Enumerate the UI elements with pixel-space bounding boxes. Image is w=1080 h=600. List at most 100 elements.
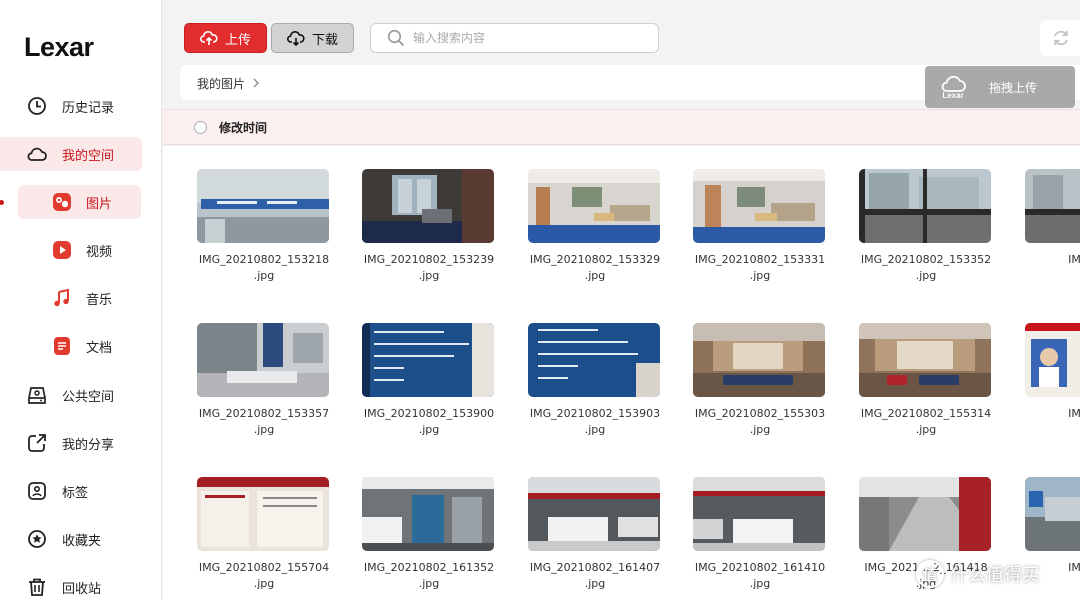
sidebar-item-label: 音乐 [86, 292, 113, 308]
drag-upload-label: 拖拽上传 [989, 80, 1038, 95]
cloud-download-icon [287, 31, 305, 46]
sidebar-item-label: 视频 [86, 244, 113, 260]
photo-thumbnail[interactable] [1025, 323, 1080, 397]
file-extension: .jpg [418, 577, 440, 590]
sidebar-item-label: 文档 [86, 340, 113, 356]
photo-thumbnail[interactable] [859, 323, 991, 397]
cloud-upload-icon [200, 31, 218, 45]
watermark-text: 什么值得买 [950, 565, 1040, 586]
file-extension: .jpg [749, 269, 771, 282]
sort-by-modified-time[interactable]: 修改时间 [219, 119, 267, 136]
sidebar-item-photos[interactable]: 图片 [18, 185, 141, 219]
app-window: Lexar 历史记录 我的空间 图片 视频 音乐 文档 公共空间 我的分享 标签… [0, 0, 1080, 600]
photo-thumbnail[interactable] [693, 323, 825, 397]
select-all-radio[interactable] [194, 120, 207, 134]
file-name: IMG_20210802_161407 [529, 561, 661, 574]
music-note-icon [51, 287, 73, 309]
download-button[interactable]: 下载 [271, 23, 354, 53]
play-icon [51, 239, 73, 261]
file-extension: .jpg [584, 423, 606, 436]
sidebar-item-documents[interactable]: 文档 [0, 329, 142, 363]
sidebar: Lexar 历史记录 我的空间 图片 视频 音乐 文档 公共空间 我的分享 标签… [0, 0, 162, 600]
photo-thumbnail[interactable] [197, 323, 329, 397]
sidebar-item-label: 我的空间 [62, 148, 115, 164]
file-extension: .jpg [253, 269, 275, 282]
sidebar-item-tags[interactable]: 标签 [0, 474, 142, 508]
photo-thumbnail[interactable] [1025, 169, 1080, 243]
sidebar-item-label: 公共空间 [62, 389, 115, 405]
sidebar-item-label: 回收站 [62, 581, 102, 597]
photo-thumbnail[interactable] [528, 323, 660, 397]
photo-thumbnail[interactable] [693, 477, 825, 551]
file-extension: .jpg [915, 423, 937, 436]
sidebar-item-label: 图片 [86, 196, 113, 212]
file-extension: .jpg [584, 577, 606, 590]
upload-button-label: 上传 [224, 32, 251, 48]
file-extension: .jpg [749, 577, 771, 590]
file-name: IMG_20210802_153900 [363, 407, 495, 420]
file-name: IMG_20210802_161352 [363, 561, 495, 574]
file-name: IMG_20210802_155704 [198, 561, 330, 574]
chevron-right-icon [252, 77, 260, 91]
search-icon [387, 29, 405, 47]
photo-thumbnail[interactable] [859, 169, 991, 243]
file-extension: .jpg [915, 269, 937, 282]
file-name: IMG_20210802_155303 [694, 407, 826, 420]
sort-header: 修改时间 [163, 109, 1080, 145]
sidebar-item-music[interactable]: 音乐 [0, 281, 142, 315]
photo-icon [51, 191, 73, 213]
photo-thumbnail[interactable] [197, 477, 329, 551]
photo-thumbnail[interactable] [528, 477, 660, 551]
file-grid: IMG_20210802_153218 .jpg IMG_20210802_15… [163, 146, 1080, 600]
sidebar-item-label: 收藏夹 [62, 533, 102, 549]
file-extension: .jpg [253, 577, 275, 590]
sidebar-item-history[interactable]: 历史记录 [0, 89, 142, 123]
watermark-logo: 值 [916, 560, 944, 588]
breadcrumb-current[interactable]: 我的图片 [197, 75, 245, 92]
photo-thumbnail[interactable] [859, 477, 991, 551]
cloud-icon [26, 143, 48, 165]
sidebar-item-videos[interactable]: 视频 [0, 233, 142, 267]
document-icon [51, 335, 73, 357]
file-extension: .jpg [584, 269, 606, 282]
photo-thumbnail[interactable] [693, 169, 825, 243]
star-icon [26, 528, 48, 550]
sidebar-item-label: 标签 [62, 485, 89, 501]
photo-thumbnail[interactable] [1025, 477, 1080, 551]
file-name: IMG_20210802_153331 [694, 253, 826, 266]
file-name: IMG_20210802_153352 [860, 253, 992, 266]
sidebar-item-my-shares[interactable]: 我的分享 [0, 426, 142, 460]
search-box [370, 23, 659, 53]
clock-icon [26, 95, 48, 117]
share-icon [26, 432, 48, 454]
file-name: IMG_202 [1068, 407, 1080, 420]
photo-thumbnail[interactable] [362, 323, 494, 397]
file-name: IMG_20210802_153329 [529, 253, 661, 266]
photo-thumbnail[interactable] [362, 477, 494, 551]
drag-upload-zone[interactable]: Lexar 拖拽上传 [925, 66, 1075, 108]
search-input[interactable] [413, 31, 643, 45]
sidebar-item-public-space[interactable]: 公共空间 [0, 378, 142, 412]
file-extension: .jpg [253, 423, 275, 436]
photo-thumbnail[interactable] [528, 169, 660, 243]
trash-icon [26, 576, 48, 598]
file-name: IMG_20210802_155314 [860, 407, 992, 420]
sidebar-item-label: 历史记录 [62, 100, 115, 116]
breadcrumb: 我的图片 [197, 75, 260, 92]
photo-thumbnail[interactable] [197, 169, 329, 243]
file-name: IMG_20210802_161410 [694, 561, 826, 574]
sidebar-item-label: 我的分享 [62, 437, 115, 453]
refresh-button[interactable] [1040, 20, 1080, 56]
download-button-label: 下载 [311, 32, 338, 48]
tag-icon [26, 480, 48, 502]
sidebar-item-recycle-bin[interactable]: 回收站 [0, 570, 142, 600]
photo-thumbnail[interactable] [362, 169, 494, 243]
file-name: IMG_20210802_153357 [198, 407, 330, 420]
sidebar-item-favorites[interactable]: 收藏夹 [0, 522, 142, 556]
upload-button[interactable]: 上传 [184, 23, 267, 53]
file-name: IMG_20210802_153903 [529, 407, 661, 420]
drag-upload-caption: Lexar [942, 90, 964, 100]
sidebar-item-my-space[interactable]: 我的空间 [0, 137, 142, 171]
file-name: IMG_202 [1068, 253, 1080, 266]
active-indicator-dot [0, 200, 4, 205]
